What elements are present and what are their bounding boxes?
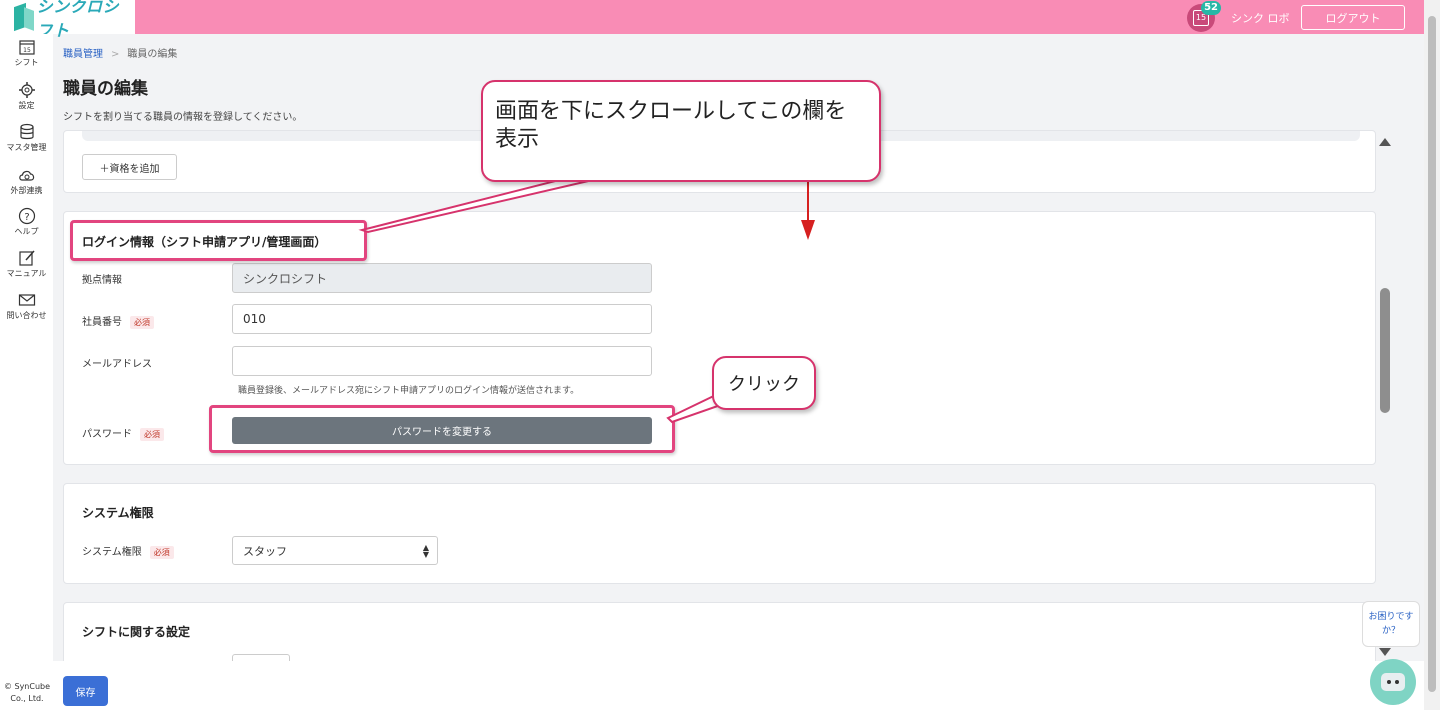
email-field[interactable] bbox=[232, 346, 652, 376]
database-icon bbox=[19, 123, 34, 140]
save-button[interactable]: 保存 bbox=[63, 676, 108, 706]
password-button-highlight bbox=[209, 405, 675, 453]
role-label-text: システム権限 bbox=[82, 547, 142, 558]
page-scrollbar-thumb[interactable] bbox=[1428, 16, 1436, 692]
sidebar-item-master[interactable]: マスタ管理 bbox=[0, 123, 53, 153]
required-badge: 必須 bbox=[140, 428, 164, 441]
sidebar-item-label: シフト bbox=[14, 58, 39, 67]
sidebar: 15 シフト 設定 マスタ管理 外部連携 ? ヘルプ マニュアル 問い合わせ ©… bbox=[0, 34, 53, 710]
required-badge: 必須 bbox=[149, 546, 174, 559]
scroll-up-arrow-icon[interactable] bbox=[1379, 138, 1391, 146]
password-label-text: パスワード bbox=[82, 429, 132, 440]
role-select-value: スタッフ bbox=[243, 544, 287, 558]
notification-count-badge: 52 bbox=[1201, 1, 1221, 15]
login-section-highlight bbox=[70, 220, 367, 261]
email-help-text: 職員登録後、メールアドレス宛にシフト申請アプリのログイン情報が送信されます。 bbox=[238, 386, 580, 396]
role-label: システム権限 必須 bbox=[82, 543, 174, 559]
sidebar-item-label: 設定 bbox=[18, 101, 35, 110]
sidebar-item-label: マスタ管理 bbox=[6, 143, 47, 152]
copyright: © SynCube Co., Ltd. bbox=[3, 682, 51, 703]
password-label: パスワード 必須 bbox=[82, 425, 164, 441]
sidebar-item-settings[interactable]: 設定 bbox=[0, 81, 53, 111]
site-field: シンクロシフト bbox=[232, 263, 652, 293]
breadcrumb: 職員管理 > 職員の編集 bbox=[63, 45, 177, 60]
sidebar-item-help[interactable]: ? ヘルプ bbox=[0, 207, 53, 237]
edit-note-icon bbox=[18, 250, 35, 266]
click-instruction-callout: クリック bbox=[712, 356, 816, 410]
app-logo[interactable]: シンクロシフト bbox=[0, 0, 135, 40]
page-title: 職員の編集 bbox=[63, 79, 148, 99]
required-badge: 必須 bbox=[130, 316, 154, 329]
site-label: 拠点情報 bbox=[82, 275, 122, 286]
user-name: シンク ロボ bbox=[1231, 12, 1290, 25]
sidebar-item-label: 外部連携 bbox=[10, 186, 43, 195]
sidebar-item-shift[interactable]: 15 シフト bbox=[0, 38, 53, 68]
notification-calendar-button[interactable]: 15 52 bbox=[1187, 1, 1221, 32]
sidebar-item-contact[interactable]: 問い合わせ bbox=[0, 291, 53, 321]
help-circle-icon: ? bbox=[18, 207, 35, 225]
system-section-title: システム権限 bbox=[82, 506, 154, 520]
role-select[interactable]: スタッフ ▲ ▼ bbox=[232, 536, 438, 565]
cloud-sync-icon bbox=[18, 170, 34, 181]
content-scrollbar-thumb[interactable] bbox=[1380, 288, 1390, 413]
sidebar-item-label: 問い合わせ bbox=[6, 311, 47, 320]
svg-text:15: 15 bbox=[23, 47, 31, 54]
gear-icon bbox=[18, 82, 35, 98]
chatbot-robot-icon[interactable] bbox=[1370, 659, 1416, 705]
system-permission-card: システム権限 システム権限 必須 スタッフ ▲ ▼ bbox=[63, 483, 1376, 584]
breadcrumb-parent-link[interactable]: 職員管理 bbox=[63, 49, 103, 60]
select-arrows-icon: ▲ ▼ bbox=[422, 543, 429, 559]
logout-button[interactable]: ログアウト bbox=[1301, 5, 1405, 30]
employee-no-field[interactable]: 010 bbox=[232, 304, 652, 334]
calendar-icon: 15 bbox=[18, 40, 35, 55]
employee-no-label: 社員番号 必須 bbox=[82, 313, 154, 329]
sidebar-item-manual[interactable]: マニュアル bbox=[0, 249, 53, 279]
breadcrumb-current: 職員の編集 bbox=[127, 49, 178, 60]
scroll-instruction-callout: 画面を下にスクロールしてこの欄を表示 bbox=[481, 80, 881, 182]
employee-no-label-text: 社員番号 bbox=[82, 317, 122, 328]
email-label: メールアドレス bbox=[82, 359, 152, 370]
add-qualification-button[interactable]: ＋資格を追加 bbox=[82, 154, 177, 180]
scroll-down-arrow-icon[interactable] bbox=[1379, 648, 1391, 656]
logo-mark-icon bbox=[12, 2, 34, 32]
shift-section-title: シフトに関する設定 bbox=[82, 625, 191, 639]
mail-icon bbox=[18, 294, 35, 306]
sidebar-item-label: マニュアル bbox=[6, 269, 47, 278]
svg-text:?: ? bbox=[24, 212, 29, 223]
sidebar-item-integration[interactable]: 外部連携 bbox=[0, 166, 53, 196]
page-description: シフトを割り当てる職員の情報を登録してください。 bbox=[63, 112, 303, 123]
breadcrumb-separator: > bbox=[111, 49, 120, 60]
help-bubble[interactable]: お困りですか？ bbox=[1362, 601, 1420, 647]
save-bar bbox=[53, 661, 1424, 710]
sidebar-item-label: ヘルプ bbox=[14, 227, 39, 236]
